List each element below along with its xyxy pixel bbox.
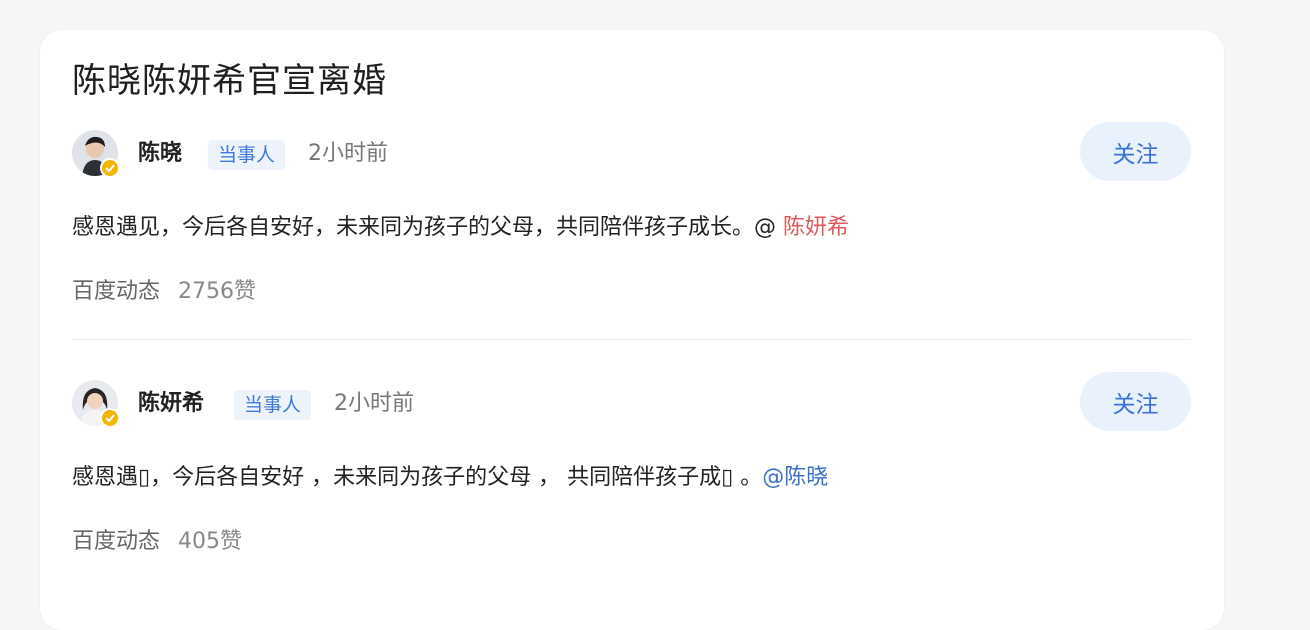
post-source[interactable]: 百度动态 [72, 529, 160, 554]
verified-badge-icon [100, 408, 120, 428]
post-time: 2小时前 [334, 391, 414, 416]
role-badge: 当事人 [234, 390, 312, 420]
like-count: 405赞 [178, 529, 243, 554]
news-card: 陈晓陈妍希官宣离婚 陈晓 当事人 2小时前 关注 感恩遇见，今后各自安好，未来同… [40, 30, 1224, 630]
role-badge: 当事人 [208, 140, 286, 170]
follow-button[interactable]: 关注 [1080, 372, 1191, 431]
divider [72, 339, 1191, 340]
post-meta: 百度动态 405赞 [72, 526, 242, 558]
author-name[interactable]: 陈晓 [138, 138, 182, 170]
post-content: 感恩遇▯，今后各自安好 ，未来同为孩子的父母 ， 共同陪伴孩子成▯ 。@陈晓 [72, 462, 828, 494]
post-source[interactable]: 百度动态 [72, 279, 160, 304]
follow-button[interactable]: 关注 [1080, 122, 1191, 181]
post-text: 感恩遇▯，今后各自安好 ，未来同为孩子的父母 ， 共同陪伴孩子成▯ 。 [72, 465, 763, 490]
post-content: 感恩遇见，今后各自安好，未来同为孩子的父母，共同陪伴孩子成长。@ 陈妍希 [72, 212, 849, 244]
verified-badge-icon [100, 158, 120, 178]
card-title: 陈晓陈妍希官宣离婚 [72, 61, 387, 101]
like-count: 2756赞 [178, 279, 257, 304]
mention-link[interactable]: @陈晓 [762, 465, 828, 490]
mention-link[interactable]: 陈妍希 [783, 215, 849, 240]
post-meta: 百度动态 2756赞 [72, 276, 256, 308]
author-name[interactable]: 陈妍希 [138, 388, 204, 420]
post-time: 2小时前 [308, 141, 388, 166]
post-text: 感恩遇见，今后各自安好，未来同为孩子的父母，共同陪伴孩子成长。@ [72, 215, 783, 240]
